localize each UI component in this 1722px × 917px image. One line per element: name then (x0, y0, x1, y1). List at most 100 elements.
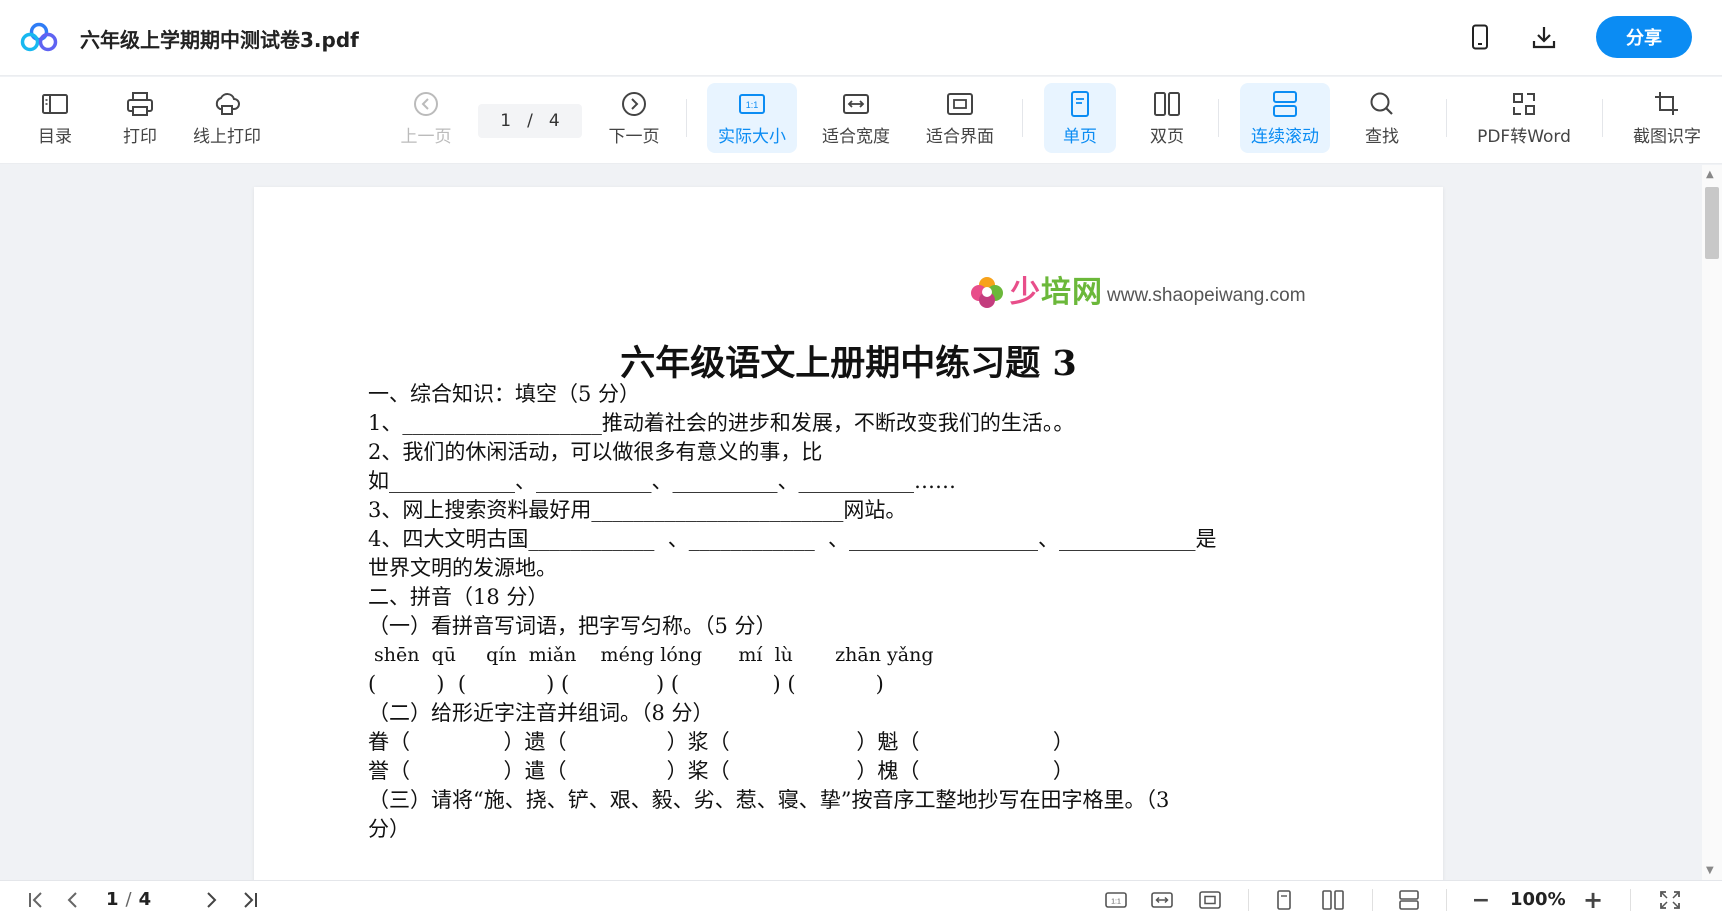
document-title: 六年级上学期期中测试卷3.pdf (80, 28, 359, 52)
doc-line: （一）看拼音写词语，把字写匀称。（5 分） (368, 614, 777, 638)
status-current-page[interactable]: 1 (106, 889, 119, 910)
double-page-label: 双页 (1150, 126, 1184, 147)
printer-icon (127, 91, 153, 116)
share-button[interactable]: 分享 (1596, 16, 1692, 58)
toolbar-divider (1218, 99, 1219, 137)
double-page-button[interactable]: 双页 (1134, 83, 1200, 153)
toolbar-divider (1602, 99, 1603, 137)
download-button[interactable] (1524, 17, 1564, 57)
doc-line: 一、综合知识：填空（5 分） (368, 382, 641, 406)
status-fit-width-button[interactable] (1148, 887, 1176, 913)
status-fit-screen-button[interactable] (1196, 887, 1224, 913)
status-page-separator: / (125, 889, 132, 910)
status-total-pages: 4 (138, 889, 152, 910)
phone-view-button[interactable] (1460, 17, 1500, 57)
app-logo-icon (20, 22, 58, 52)
scroll-down-arrow-icon[interactable]: ▼ (1706, 865, 1714, 876)
doc-line: 2、我们的休闲活动，可以做很多有意义的事，比 (368, 440, 823, 464)
doc-line: 1、___________________推动着社会的进步和发展，不断改变我们的… (368, 411, 1075, 435)
site-name: 少培网 (1010, 275, 1103, 310)
last-page-button[interactable] (236, 887, 262, 913)
title-bar-actions: 分享 (1460, 15, 1692, 59)
next-page-label: 下一页 (608, 126, 660, 147)
pdf-to-word-label: PDF转Word (1477, 126, 1571, 147)
search-button[interactable]: 查找 (1356, 83, 1408, 153)
doc-line: 眷（ ）遗（ ）浆（ ）魁（ ） (368, 730, 1074, 754)
phone-icon (1472, 24, 1488, 50)
screenshot-ocr-button[interactable]: 截图识字 (1626, 83, 1708, 153)
status-divider (1248, 889, 1249, 911)
title-bar: 六年级上学期期中测试卷3.pdf 分享 (0, 0, 1722, 76)
last-page-icon (244, 892, 257, 908)
doc-line: 分） (368, 817, 410, 841)
viewer-toolbar: 目录 打印 线上打印 上一页 1 / 4 下一页 1:1 实际大小 适合宽度 适… (0, 77, 1722, 164)
first-page-button[interactable] (24, 887, 50, 913)
fit-width-button[interactable]: 适合宽度 (818, 83, 894, 153)
online-print-label: 线上打印 (193, 126, 261, 147)
status-single-page-button[interactable] (1270, 887, 1298, 913)
total-pages: 4 (548, 111, 560, 131)
single-page-small-icon (1277, 890, 1291, 910)
sidebar-toggle-icon (42, 93, 68, 114)
pdf-to-word-button[interactable]: PDF转Word (1474, 83, 1574, 153)
next-page-small-button[interactable] (198, 887, 224, 913)
scroll-thumb[interactable] (1705, 187, 1719, 259)
status-continuous-scroll-button[interactable] (1394, 887, 1424, 913)
fullscreen-icon (1660, 891, 1680, 909)
status-double-page-button[interactable] (1318, 887, 1348, 913)
catalog-button[interactable]: 目录 (30, 83, 80, 153)
doc-line: 3、网上搜索资料最好用________________________网站。 (368, 498, 907, 522)
continuous-scroll-button[interactable]: 连续滚动 (1240, 83, 1330, 153)
prev-page-button[interactable]: 上一页 (396, 83, 456, 153)
fit-screen-button[interactable]: 适合界面 (922, 83, 998, 153)
fullscreen-button[interactable] (1656, 887, 1684, 913)
current-page-input[interactable]: 1 (500, 111, 511, 131)
crop-icon (1655, 91, 1678, 115)
online-print-button[interactable]: 线上打印 (188, 83, 266, 153)
pdf-page: 少培网 www.shaopeiwang.com 六年级语文上册期中练习题 3 一… (254, 187, 1443, 880)
next-page-button[interactable]: 下一页 (604, 83, 664, 153)
zoom-in-button[interactable]: + (1580, 886, 1606, 914)
search-icon (1370, 92, 1393, 115)
fit-width-small-icon (1151, 892, 1173, 908)
zoom-level[interactable]: 100% (1510, 889, 1566, 910)
fit-screen-small-icon (1199, 891, 1221, 909)
toolbar-divider (1446, 99, 1447, 137)
status-actual-size-button[interactable]: 1:1 (1102, 887, 1130, 913)
page-indicator[interactable]: 1 / 4 (478, 104, 582, 138)
single-page-button[interactable]: 单页 (1044, 83, 1116, 153)
first-page-icon (29, 892, 42, 908)
chevron-left-icon (67, 892, 77, 908)
print-button[interactable]: 打印 (114, 83, 166, 153)
chevron-right-icon (207, 892, 217, 908)
status-divider (1446, 889, 1447, 911)
status-divider (1630, 889, 1631, 911)
status-bar: 1 / 4 1:1 − 100% + (0, 880, 1722, 917)
scroll-up-arrow-icon[interactable]: ▲ (1706, 169, 1714, 180)
doc-line: （二）给形近字注音并组词。（8 分） (368, 701, 714, 725)
actual-size-icon: 1:1 (739, 93, 765, 114)
doc-line: 4、四大文明古国____________ 、____________ 、____… (368, 527, 1217, 551)
prev-page-label: 上一页 (400, 126, 452, 147)
doc-line: 誉（ ）遣（ ）桨（ ）槐（ ） (368, 759, 1074, 783)
vertical-scrollbar[interactable]: ▲ ▼ (1702, 165, 1722, 880)
prev-page-small-button[interactable] (60, 887, 86, 913)
toolbar-divider (686, 99, 687, 137)
flower-logo-icon (971, 277, 1003, 308)
continuous-scroll-icon (1273, 90, 1297, 117)
doc-line: 世界文明的发源地。 (368, 556, 557, 580)
search-label: 查找 (1365, 126, 1399, 147)
exam-title: 六年级语文上册期中练习题 3 (620, 343, 1077, 384)
doc-line: 如____________、___________、__________、___… (368, 469, 956, 493)
zoom-out-button[interactable]: − (1468, 887, 1494, 913)
chevron-left-circle-icon (414, 91, 438, 116)
svg-text:1:1: 1:1 (746, 100, 759, 110)
toolbar-divider (1022, 99, 1023, 137)
double-page-icon (1154, 91, 1180, 116)
status-divider (1372, 889, 1373, 911)
actual-size-button[interactable]: 1:1 实际大小 (707, 83, 797, 153)
cloud-print-icon (215, 92, 240, 115)
document-viewer[interactable]: 少培网 www.shaopeiwang.com 六年级语文上册期中练习题 3 一… (0, 165, 1702, 880)
svg-text:1:1: 1:1 (1111, 899, 1121, 906)
fit-screen-icon (947, 92, 973, 115)
